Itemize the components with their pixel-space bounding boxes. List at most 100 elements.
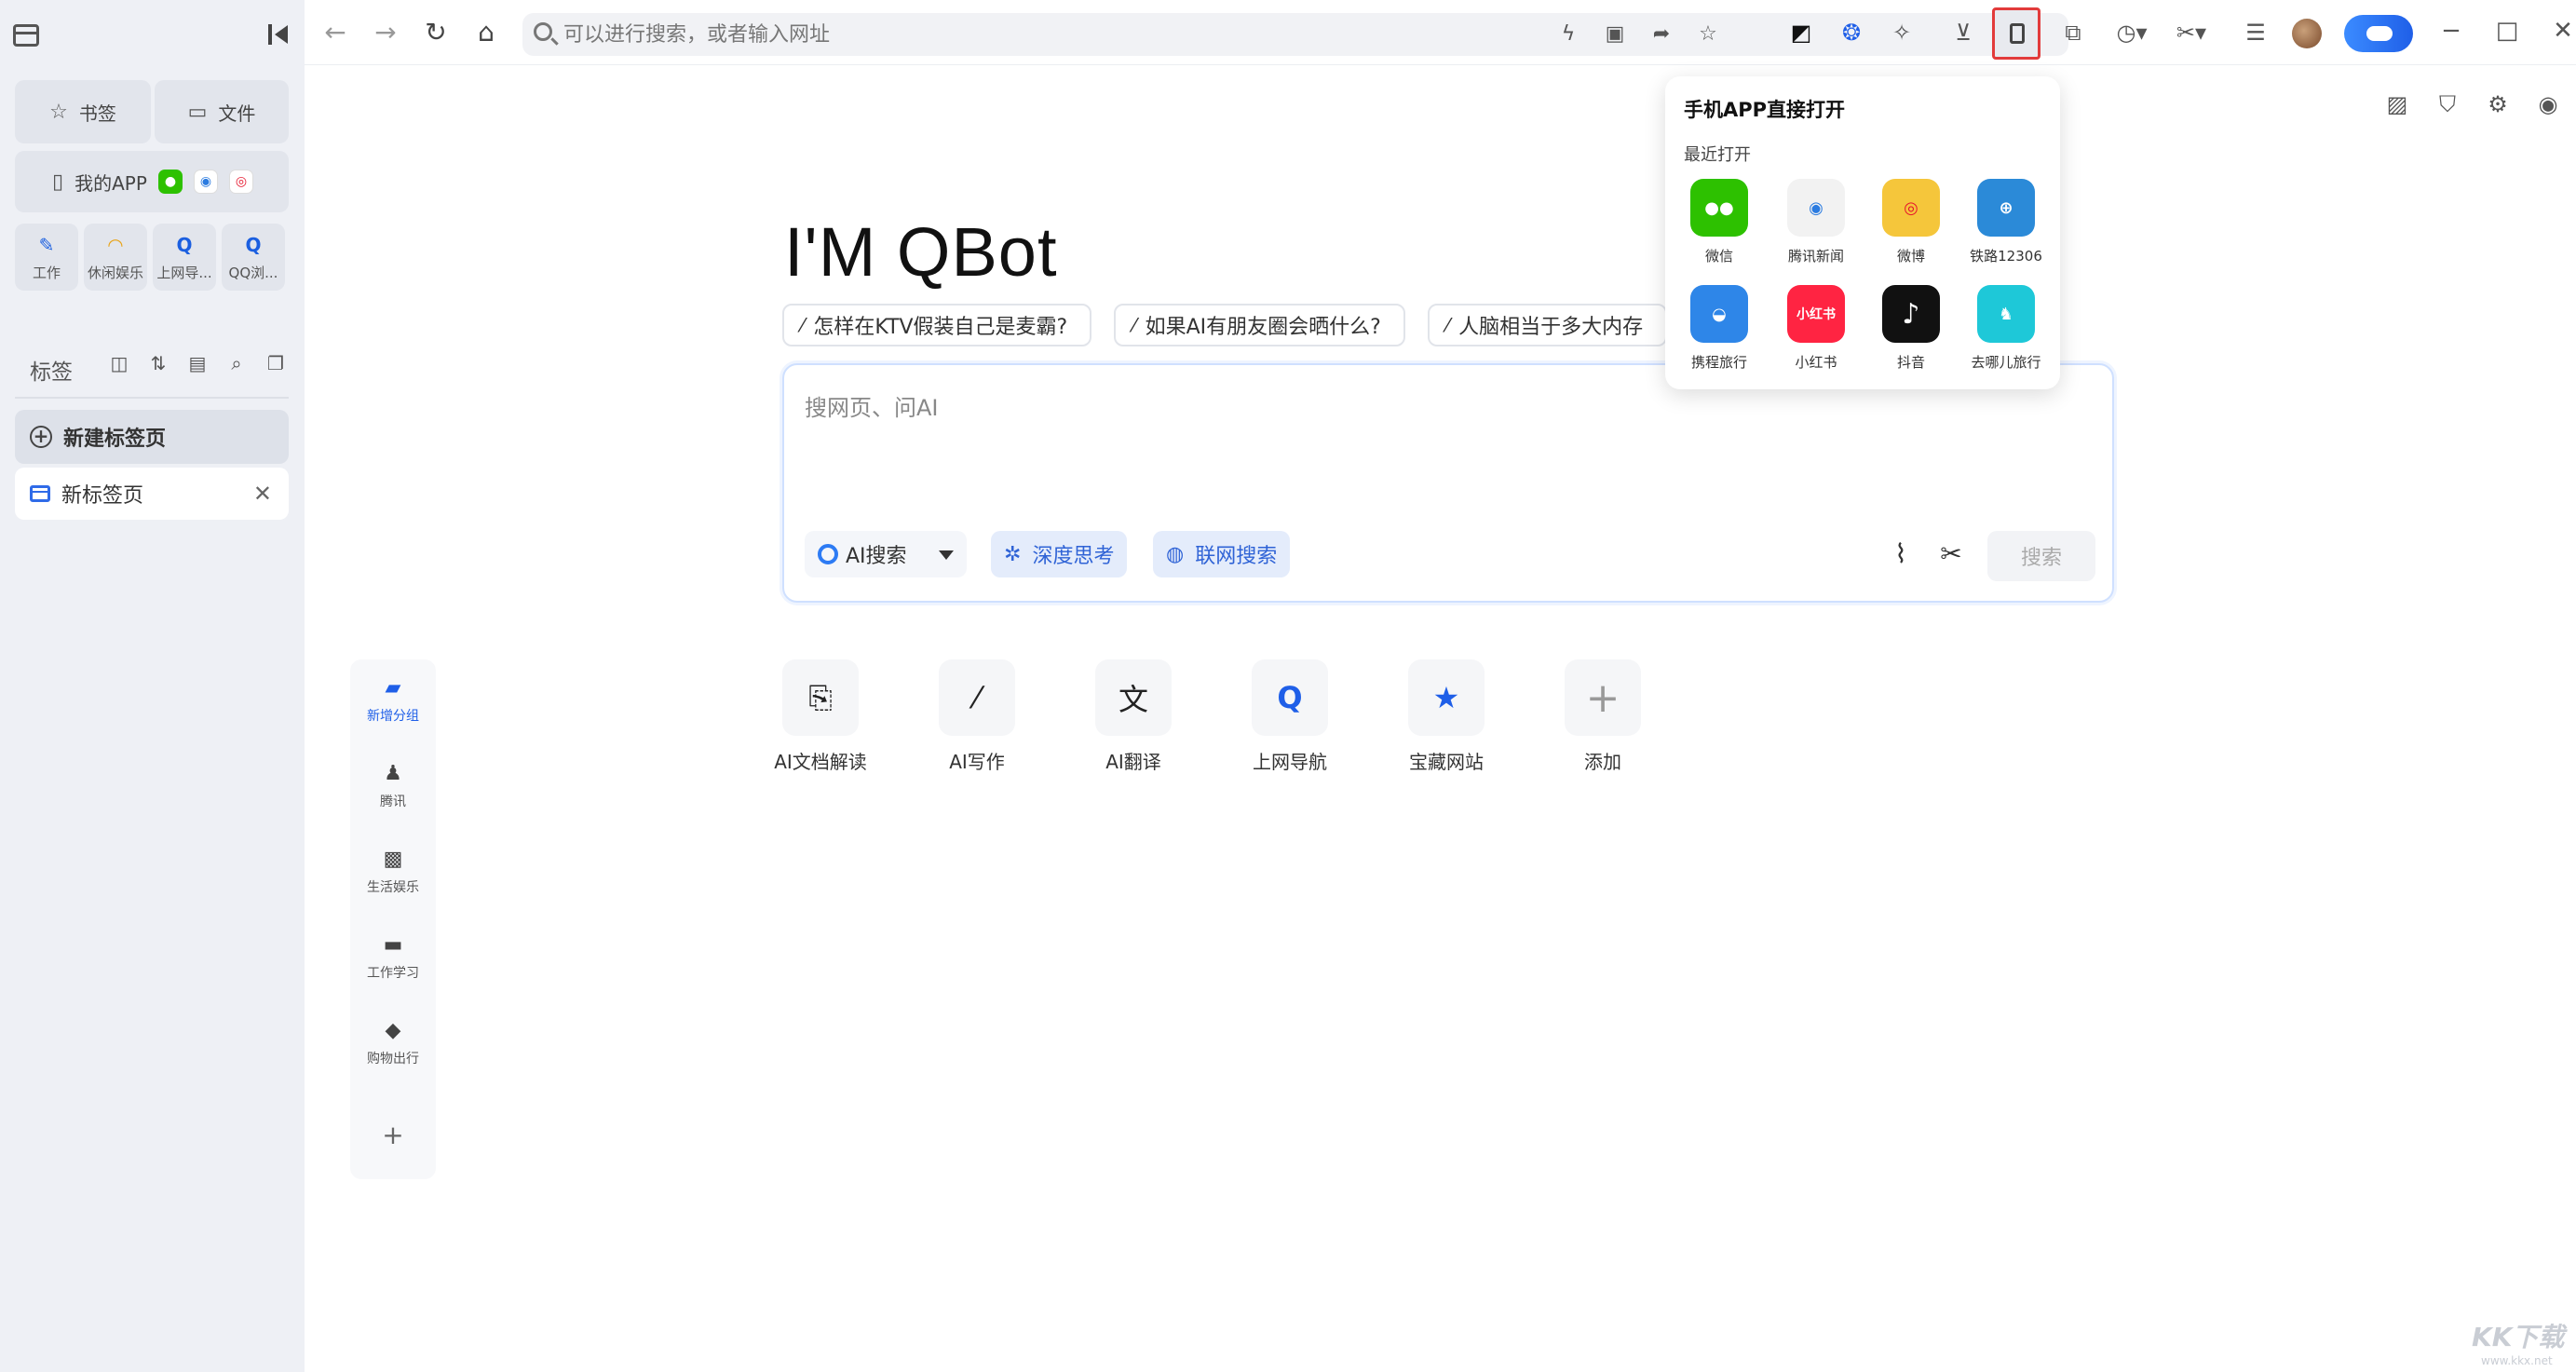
category-rail: ▰ 新增分组 ♟ 腾讯 ▩ 生活娱乐 ▬ 工作学习 ◆ 购物出行 + <box>350 659 436 1179</box>
popup-app-ctrip[interactable]: ◒ 携程旅行 <box>1671 285 1768 372</box>
popup-app-douyin[interactable]: ♪ 抖音 <box>1863 285 1959 372</box>
plus-circle-icon: + <box>30 426 52 448</box>
close-window-icon[interactable]: ✕ <box>2549 17 2576 45</box>
quick-app-web-nav[interactable]: Q 上网导航 <box>1229 659 1350 774</box>
weibo-icon[interactable]: ◎ <box>229 170 253 194</box>
eye-icon[interactable]: ◉ <box>2533 89 2563 119</box>
file-button[interactable]: ▭ 文件 <box>155 80 289 143</box>
minimize-icon[interactable]: − <box>2437 17 2465 45</box>
rail-item-shopping[interactable]: ◆ 购物出行 <box>350 1019 436 1067</box>
search-button[interactable]: 搜索 <box>1987 531 2095 581</box>
penguin-icon: ♟ <box>381 762 405 786</box>
tab-favicon-icon <box>30 485 50 502</box>
smart-reader-icon[interactable]: ▣ <box>1603 22 1627 47</box>
tab-item-new-tab[interactable]: 新标签页 ✕ <box>15 468 289 520</box>
chip-label: 如果AI有朋友圈会晒什么? <box>1146 310 1381 340</box>
shortcut-nav[interactable]: Q 上网导... <box>153 224 216 291</box>
suggestion-chip[interactable]: ⁄ 怎样在KTV假装自己是麦霸? <box>782 304 1091 346</box>
rail-item-new-group[interactable]: ▰ 新增分组 <box>350 676 436 725</box>
forward-icon[interactable]: → <box>372 19 400 47</box>
suggestion-chip[interactable]: ⁄ 人脑相当于多大内存 <box>1428 304 1667 346</box>
settings-icon[interactable]: ⚙ <box>2483 89 2513 119</box>
watermark-url: www.kkx.net <box>2481 1354 2553 1367</box>
new-tab-button[interactable]: + 新建标签页 <box>15 410 289 464</box>
wechat-icon[interactable]: ● <box>158 170 183 194</box>
ai-input-placeholder[interactable]: 搜网页、问AI <box>805 389 939 422</box>
cloud-sync-button[interactable] <box>2344 15 2413 52</box>
quick-app-ai-translate[interactable]: 文 AI翻译 <box>1073 659 1194 774</box>
popup-app-qunar[interactable]: ♞ 去哪儿旅行 <box>1958 285 2054 372</box>
wand-icon: ⁄ <box>1132 314 1135 336</box>
shortcut-work[interactable]: ✎ 工作 <box>15 224 78 291</box>
rail-item-life[interactable]: ▩ 生活娱乐 <box>350 848 436 896</box>
tencent-news-icon[interactable]: ◉ <box>194 170 218 194</box>
quick-app-label: AI文档解读 <box>774 751 867 773</box>
shortcut-label: 上网导... <box>156 265 211 281</box>
qbrowser-icon: Q <box>172 233 197 257</box>
split-view-icon[interactable]: ◫ <box>108 352 130 374</box>
screenshot-icon[interactable]: ✂ <box>1935 538 1967 570</box>
attachment-icon[interactable]: ⌇ <box>1885 538 1917 570</box>
phone-app-button[interactable] <box>1992 7 2040 60</box>
web-search-toggle[interactable]: ◍ 联网搜索 <box>1153 531 1290 577</box>
deep-think-toggle[interactable]: ✲ 深度思考 <box>991 531 1127 577</box>
share-icon[interactable]: ➦ <box>1649 22 1674 47</box>
maximize-icon[interactable]: □ <box>2493 17 2521 45</box>
rail-item-work[interactable]: ▬ 工作学习 <box>350 933 436 982</box>
quick-app-add[interactable]: + 添加 <box>1542 659 1663 774</box>
quick-app-ai-doc[interactable]: ⎘ AI文档解读 <box>760 659 881 774</box>
address-bar[interactable]: ϟ ▣ ➦ ☆ <box>522 13 2068 56</box>
bookmark-label: 书签 <box>79 99 116 126</box>
tab-group-icon[interactable]: ▤ <box>186 352 209 374</box>
tencent-news-icon: ◉ <box>1787 179 1845 237</box>
quick-app-treasure-sites[interactable]: ★ 宝藏网站 <box>1386 659 1507 774</box>
ai-assistant-icon[interactable]: ❂ <box>1837 19 1865 47</box>
plus-icon: + <box>1565 659 1641 736</box>
shortcut-qqbrowser[interactable]: Q QQ浏... <box>222 224 285 291</box>
skin-icon[interactable]: ⛉ <box>2433 89 2462 119</box>
quick-app-ai-writing[interactable]: ⁄ AI写作 <box>916 659 1037 774</box>
back-icon[interactable]: ← <box>321 19 349 47</box>
search-mode-select[interactable]: AI搜索 <box>805 531 967 577</box>
suggestion-chip[interactable]: ⁄ 如果AI有朋友圈会晒什么? <box>1114 304 1405 346</box>
extensions-icon[interactable]: ✧ <box>1888 19 1916 47</box>
rail-item-tencent[interactable]: ♟ 腾讯 <box>350 762 436 810</box>
menu-icon[interactable]: ☰ <box>2242 19 2270 47</box>
quick-app-label: 上网导航 <box>1253 751 1327 773</box>
sort-icon[interactable]: ⇅ <box>147 352 169 374</box>
avatar[interactable] <box>2292 19 2322 48</box>
stock-icon[interactable]: ◩ <box>1787 19 1815 47</box>
collapse-sidebar-icon[interactable] <box>266 22 292 48</box>
translate-icon: 文 <box>1095 659 1172 736</box>
search-icon[interactable]: ⌕ <box>225 352 248 374</box>
refresh-icon[interactable]: ↻ <box>422 19 450 47</box>
myapp-button[interactable]: ▯ 我的APP ● ◉ ◎ <box>15 151 289 212</box>
rail-label: 工作学习 <box>367 966 419 981</box>
popup-app-weibo[interactable]: ◎ 微博 <box>1863 179 1959 265</box>
bookmark-button[interactable]: ☆ 书签 <box>15 80 151 143</box>
myapp-label: 我的APP <box>75 169 147 196</box>
home-icon[interactable]: ⌂ <box>472 19 500 47</box>
popup-app-tencent-news[interactable]: ◉ 腾讯新闻 <box>1768 179 1864 265</box>
shortcut-label: 休闲娱乐 <box>88 265 143 281</box>
download-icon[interactable]: ⊻ <box>1949 19 1977 47</box>
address-input[interactable] <box>563 13 1495 56</box>
popup-app-12306[interactable]: ⊕ 铁路12306 <box>1958 179 2054 265</box>
sidebar-panel-icon[interactable] <box>13 24 39 47</box>
screenshot-copy-icon[interactable]: ⧉ <box>2059 19 2087 47</box>
wallpaper-icon[interactable]: ▨ <box>2382 89 2412 119</box>
close-icon[interactable]: ✕ <box>253 481 272 507</box>
chevron-down-icon <box>939 550 954 560</box>
lightning-icon[interactable]: ϟ <box>1556 22 1580 47</box>
shortcut-leisure[interactable]: ◠ 休闲娱乐 <box>84 224 147 291</box>
page-title: I'M QBot <box>784 212 1058 292</box>
popup-app-xiaohongshu[interactable]: 小红书 小红书 <box>1768 285 1864 372</box>
scissors-icon[interactable]: ✂▾ <box>2171 19 2212 47</box>
popup-app-wechat[interactable]: ●● 微信 <box>1671 179 1768 265</box>
duplicate-icon[interactable]: ❐ <box>264 352 287 374</box>
add-group-icon[interactable]: + <box>350 1120 436 1150</box>
briefcase-icon: ▬ <box>381 933 405 958</box>
favorite-star-icon[interactable]: ☆ <box>1696 22 1720 47</box>
ai-search-box[interactable]: 搜网页、问AI AI搜索 ✲ 深度思考 ◍ 联网搜索 ⌇ ✂ 搜索 <box>782 363 2114 603</box>
history-icon[interactable]: ◷▾ <box>2111 19 2152 47</box>
